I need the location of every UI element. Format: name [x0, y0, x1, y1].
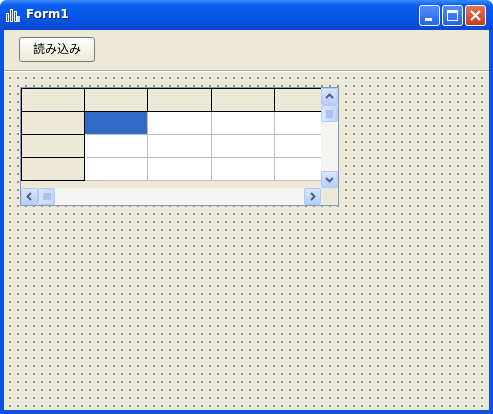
grid-row	[21, 134, 338, 158]
chevron-down-icon	[325, 177, 334, 183]
grid-cell[interactable]	[210, 111, 275, 135]
scrollbar-corner	[321, 188, 338, 205]
grid-cell[interactable]	[147, 134, 212, 158]
column-header[interactable]	[147, 88, 212, 112]
grip-icon	[326, 110, 333, 118]
row-header[interactable]	[21, 157, 86, 181]
data-grid[interactable]	[20, 87, 339, 206]
scroll-down-button[interactable]	[321, 171, 338, 188]
grid-cell[interactable]	[210, 134, 275, 158]
scroll-left-button[interactable]	[21, 188, 38, 205]
maximize-icon	[447, 10, 458, 21]
window-title: Form1	[26, 7, 69, 21]
grid-table	[21, 88, 338, 181]
form-client-area: 読み込み	[4, 30, 489, 410]
column-header[interactable]	[84, 88, 149, 112]
close-button[interactable]	[465, 5, 486, 26]
horizontal-scrollbar[interactable]	[21, 188, 321, 205]
grid-cell-selected[interactable]	[84, 111, 149, 135]
grid-cell[interactable]	[84, 157, 149, 181]
load-button[interactable]: 読み込み	[19, 37, 95, 62]
grid-corner-header[interactable]	[21, 88, 86, 112]
close-icon	[470, 10, 481, 21]
horizontal-scroll-thumb[interactable]	[38, 188, 55, 205]
vertical-scrollbar[interactable]	[321, 88, 338, 188]
grid-cell[interactable]	[210, 157, 275, 181]
grid-cell[interactable]	[147, 157, 212, 181]
vertical-scroll-thumb[interactable]	[321, 105, 338, 122]
row-header[interactable]	[21, 134, 86, 158]
chevron-up-icon	[325, 93, 334, 99]
grid-row	[21, 111, 338, 135]
row-header[interactable]	[21, 111, 86, 135]
grid-cell[interactable]	[147, 111, 212, 135]
grid-header-row	[21, 88, 338, 112]
scroll-up-button[interactable]	[321, 88, 338, 105]
form-app-icon[interactable]	[5, 7, 21, 23]
minimize-icon	[425, 18, 432, 21]
title-bar[interactable]: Form1	[0, 0, 493, 30]
minimize-button[interactable]	[419, 5, 440, 26]
chevron-left-icon	[26, 192, 32, 201]
form-window: Form1 読み込み	[0, 0, 493, 414]
grid-cell[interactable]	[84, 134, 149, 158]
top-panel: 読み込み	[4, 30, 489, 71]
chevron-right-icon	[310, 192, 316, 201]
scroll-right-button[interactable]	[304, 188, 321, 205]
grip-icon	[43, 193, 51, 200]
grid-row	[21, 157, 338, 181]
maximize-button[interactable]	[442, 5, 463, 26]
form-design-surface	[4, 72, 489, 410]
column-header[interactable]	[210, 88, 275, 112]
